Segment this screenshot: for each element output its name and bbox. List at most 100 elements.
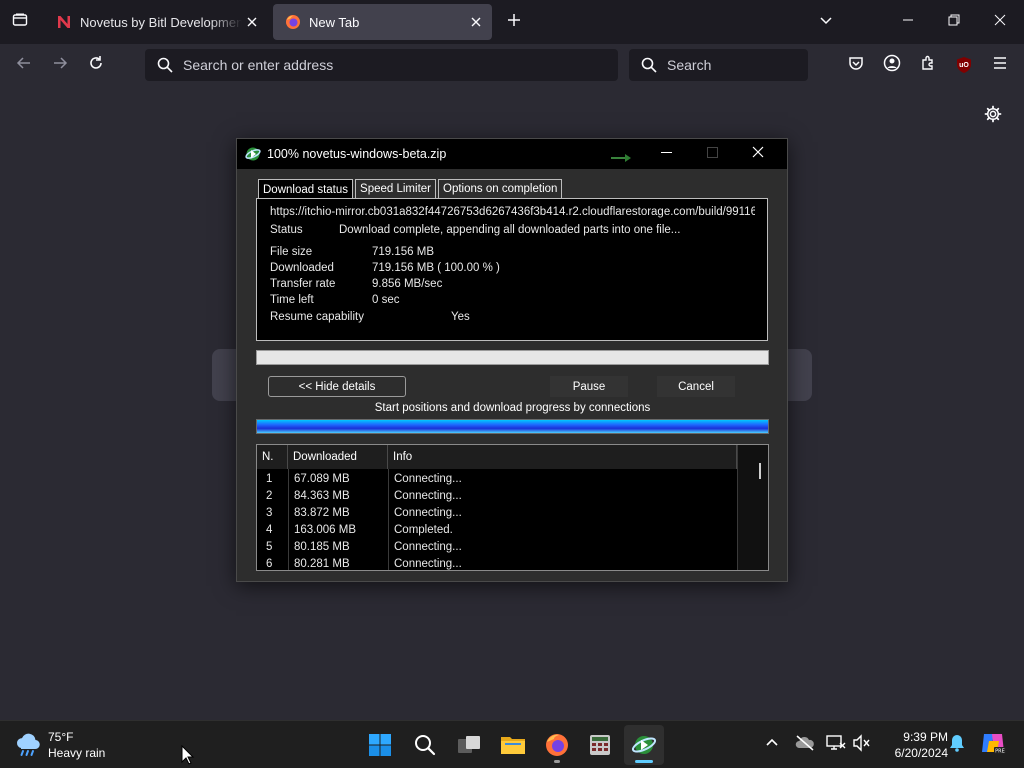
table-row[interactable]: 5 80.185 MB Connecting... [257,538,737,555]
file-size-value: 719.156 MB [372,246,435,258]
calculator-taskbar-button[interactable] [580,725,620,765]
table-row[interactable]: 6 80.281 MB Connecting... [257,555,737,570]
row-number: 1 [266,472,273,485]
column-header-downloaded[interactable]: Downloaded [288,445,388,469]
restore-icon [948,13,960,31]
running-indicator [554,760,560,763]
firefox-icon [545,733,569,757]
firefox-favicon-icon [285,14,301,30]
open-menu-button[interactable] [987,52,1013,78]
pause-button[interactable]: Pause [550,376,628,397]
puzzle-icon [920,55,936,76]
notifications-button[interactable] [945,733,969,757]
dialog-titlebar[interactable]: 100% novetus-windows-beta.zip [237,139,787,169]
row-number: 6 [266,557,273,570]
firefox-view-button[interactable] [6,8,34,36]
dialog-close-button[interactable] [735,139,781,169]
arrow-right-icon [52,55,68,76]
tab-speed-limiter[interactable]: Speed Limiter [355,179,436,198]
extensions-button[interactable] [915,52,941,78]
row-info: Connecting... [394,489,462,502]
tab-title: Novetus by Bitl Development Studio [80,14,242,30]
weather-condition: Heavy rain [48,746,106,760]
back-button[interactable] [9,50,39,80]
scrollbar-thumb[interactable] [759,463,761,479]
cancel-button[interactable]: Cancel [657,376,735,397]
tab-title: New Tab [309,14,360,30]
search-bar[interactable] [629,49,848,81]
list-all-tabs-button[interactable] [814,10,838,34]
tab-options-on-completion[interactable]: Options on completion [438,179,563,198]
ublock-origin-button[interactable]: uO [951,52,977,78]
personalize-new-tab-button[interactable] [980,103,1006,129]
close-tab-icon[interactable] [466,12,486,32]
windows-logo-icon [368,733,392,757]
search-input[interactable] [667,57,848,73]
row-info: Connecting... [394,557,462,570]
table-row[interactable]: 3 83.872 MB Connecting... [257,504,737,521]
status-label: Status [270,224,303,236]
dialog-maximize-button[interactable] [689,139,735,169]
row-downloaded: 67.089 MB [294,472,350,485]
speaker-muted-icon [852,733,872,757]
volume-button[interactable] [850,733,874,757]
onedrive-button[interactable] [793,733,817,757]
row-info: Completed. [394,523,453,536]
time-left-label: Time left [270,294,314,306]
copilot-icon: PRE [980,731,1006,760]
close-window-button[interactable] [984,6,1016,38]
download-progress-bar [256,350,769,365]
download-progress-dialog: 100% novetus-windows-beta.zip Download s… [236,138,788,582]
row-number: 4 [266,523,273,536]
table-row[interactable]: 1 67.089 MB Connecting... [257,470,737,487]
dialog-minimize-button[interactable] [643,139,689,169]
account-button[interactable] [879,52,905,78]
task-view-button[interactable] [449,725,489,765]
idm-taskbar-button[interactable] [624,725,664,765]
taskbar-search-button[interactable] [405,725,445,765]
table-scrollbar[interactable] [737,445,768,570]
search-icon [155,55,175,75]
start-button[interactable] [360,725,400,765]
table-row[interactable]: 4 163.006 MB Completed. [257,521,737,538]
close-tab-icon[interactable] [242,12,262,32]
show-hidden-icons-button[interactable] [760,733,784,757]
network-button[interactable] [824,733,848,757]
new-tab-button[interactable] [502,10,526,34]
tab-novetus[interactable]: Novetus by Bitl Development Studio [44,4,268,40]
system-clock[interactable]: 9:39 PM 6/20/2024 [876,729,948,761]
close-icon [752,145,764,163]
folder-icon [500,734,526,756]
search-icon [639,55,659,75]
row-info: Connecting... [394,472,462,485]
ublock-badge: uO [959,61,969,69]
idm-app-icon [631,733,657,757]
reload-button[interactable] [81,50,111,80]
forward-button[interactable] [45,50,75,80]
minimize-window-button[interactable] [892,6,924,38]
pocket-button[interactable] [843,52,869,78]
tab-new-tab[interactable]: New Tab [273,4,492,40]
address-bar[interactable] [145,49,618,81]
table-row[interactable]: 2 84.363 MB Connecting... [257,487,737,504]
hide-details-button[interactable]: << Hide details [268,376,406,397]
rain-cloud-icon [14,732,42,758]
column-header-info[interactable]: Info [388,445,737,469]
row-downloaded: 163.006 MB [294,523,357,536]
weather-widget[interactable]: 75°F Heavy rain [14,727,105,763]
restore-window-button[interactable] [938,6,970,38]
tab-download-status[interactable]: Download status [258,179,354,199]
download-url: https://itchio-mirror.cb031a832f44726753… [270,206,755,218]
column-header-n[interactable]: N. [257,445,288,469]
address-input[interactable] [183,57,618,73]
network-icon [826,734,846,757]
ublock-shield-icon: uO [955,56,973,74]
minimize-icon [902,13,914,31]
file-explorer-button[interactable] [493,725,533,765]
navigation-toolbar: uO [0,44,1024,85]
copilot-button[interactable]: PRE [979,731,1007,759]
minimize-icon [660,145,672,163]
firefox-taskbar-button[interactable] [537,725,577,765]
row-downloaded: 84.363 MB [294,489,350,502]
calculator-app-icon [588,733,612,757]
